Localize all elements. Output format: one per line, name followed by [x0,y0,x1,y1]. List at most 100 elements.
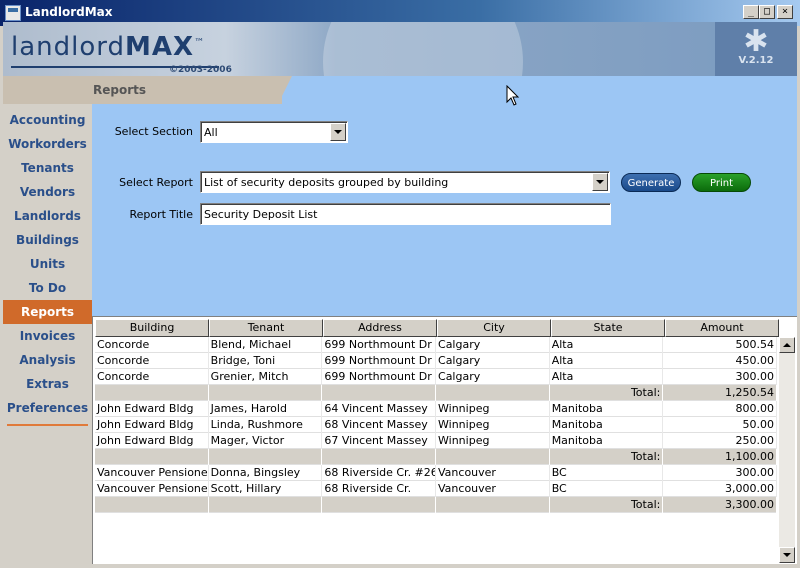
minimize-button[interactable]: _ [743,5,759,19]
table-cell: Vancouver [436,481,550,497]
sidebar-item-units[interactable]: Units [3,252,92,276]
table-cell: 300.00 [663,369,778,385]
report-table: Building Tenant Address City State Amount Con… [92,316,797,564]
table-row[interactable]: Concorde Grenier, Mitch 699 Northmount Dr C… [95,369,778,385]
table-cell: 800.00 [663,401,778,417]
table-cell: Alta [550,369,664,385]
table-cell: Grenier, Mitch [209,369,323,385]
asterisk-icon: ✱ [743,24,769,59]
table-row[interactable]: Concorde Blend, Michael 699 Northmount Dr C… [95,337,778,353]
table-cell: Total: [550,385,664,401]
table-cell: Calgary [436,337,550,353]
table-cell: Vancouver Pensioners [97,481,209,497]
table-cell: John Edward Bldg [95,433,209,449]
table-cell [209,497,323,513]
column-header-city[interactable]: City [437,319,551,337]
generate-button[interactable]: Generate [621,173,681,192]
sidebar-item-accounting[interactable]: Accounting [3,108,92,132]
close-button[interactable]: × [777,5,793,19]
table-cell: 699 Northmount Dr [322,369,437,385]
maximize-icon: □ [763,6,771,17]
maximize-button[interactable]: □ [759,5,775,19]
table-cell: 450.00 [663,353,778,369]
minimize-icon: _ [747,6,755,17]
section-header: Reports [92,76,797,104]
table-row[interactable]: Vancouver Pensioners Donna, Bingsley 68 Ri… [95,465,778,481]
select-report-label: Select Report [119,176,193,189]
table-cell: Concorde [95,369,209,385]
table-cell [322,449,437,465]
table-row[interactable]: John Edward Bldg Mager, Victor 67 Vincent … [95,433,778,449]
sidebar-item-workorders[interactable]: Workorders [3,132,92,156]
total-row[interactable]: Total: 1,250.54 [95,385,778,401]
table-cell: 68 Vincent Massey [322,417,437,433]
select-section-label: Select Section [114,125,193,138]
column-header-amount[interactable]: Amount [665,319,779,337]
report-select-value: List of security deposits grouped by bui… [204,176,449,189]
table-cell: 699 Northmount Dr [322,353,437,369]
table-row[interactable]: Vancouver Pensioners Scott, Hillary 68 Riv… [95,481,778,497]
sidebar-divider [7,424,88,426]
sidebar-item-landlords[interactable]: Landlords [3,204,92,228]
table-row[interactable]: John Edward Bldg Linda, Rushmore 68 Vincen… [95,417,778,433]
table-cell [95,385,209,401]
table-cell: 3,000.00 [663,481,778,497]
table-cell: Vancouver Pensioners [97,465,209,481]
report-select[interactable]: List of security deposits grouped by bui… [200,171,610,193]
table-cell: Winnipeg [436,401,550,417]
app-logo: landlordMAX™ [11,32,206,62]
table-cell: 50.00 [663,417,778,433]
table-cell: BC [550,481,664,497]
table-cell: Total: [550,449,664,465]
table-cell: Vancouver [436,465,550,481]
scroll-down-icon[interactable] [779,547,795,563]
column-header-tenant[interactable]: Tenant [209,319,323,337]
app-banner: landlordMAX™ ©2003-2006 ✱ V.2.12 [3,22,797,76]
sidebar-item-extras[interactable]: Extras [3,372,92,396]
table-cell: Donna, Bingsley [209,465,323,481]
sidebar-item-reports[interactable]: Reports [3,300,92,324]
table-body: Concorde Blend, Michael 699 Northmount Dr C… [95,337,778,513]
table-cell [95,449,209,465]
sidebar-item-buildings[interactable]: Buildings [3,228,92,252]
version-label: V.2.12 [738,55,774,66]
column-header-building[interactable]: Building [95,319,209,337]
table-cell [436,497,550,513]
column-header-state[interactable]: State [551,319,665,337]
sidebar-item-preferences[interactable]: Preferences [3,396,92,420]
print-button[interactable]: Print [692,173,751,192]
report-title-input[interactable] [200,203,611,225]
sidebar-item-tenants[interactable]: Tenants [3,156,92,180]
table-cell [436,449,550,465]
close-icon: × [781,6,789,17]
table-header: Building Tenant Address City State Amount [95,319,779,337]
table-cell [436,385,550,401]
vertical-scrollbar[interactable] [779,337,795,563]
sidebar-item-vendors[interactable]: Vendors [3,180,92,204]
table-cell [209,385,323,401]
sidebar: Accounting Workorders Tenants Vendors Landlo… [3,76,92,564]
sidebar-header [3,76,92,104]
sidebar-item-analysis[interactable]: Analysis [3,348,92,372]
table-cell: John Edward Bldg [95,417,209,433]
chevron-down-icon[interactable] [592,173,608,191]
scroll-up-icon[interactable] [779,337,795,353]
table-cell: Alta [550,337,664,353]
total-row[interactable]: Total: 1,100.00 [95,449,778,465]
chevron-down-icon[interactable] [330,123,346,141]
table-cell: 68 Riverside Cr. [322,481,437,497]
table-cell [209,449,323,465]
total-row[interactable]: Total: 3,300.00 [95,497,778,513]
table-cell: Mager, Victor [209,433,323,449]
table-cell: John Edward Bldg [95,401,209,417]
column-header-address[interactable]: Address [323,319,437,337]
version-box: ✱ V.2.12 [715,22,797,76]
section-select[interactable]: All [200,121,348,143]
copyright-text: ©2003-2006 [169,65,232,75]
table-cell: Calgary [436,369,550,385]
table-row[interactable]: John Edward Bldg James, Harold 64 Vincent … [95,401,778,417]
sidebar-item-to-do[interactable]: To Do [3,276,92,300]
table-cell: 1,250.54 [663,385,778,401]
table-row[interactable]: Concorde Bridge, Toni 699 Northmount Dr Cal… [95,353,778,369]
sidebar-item-invoices[interactable]: Invoices [3,324,92,348]
